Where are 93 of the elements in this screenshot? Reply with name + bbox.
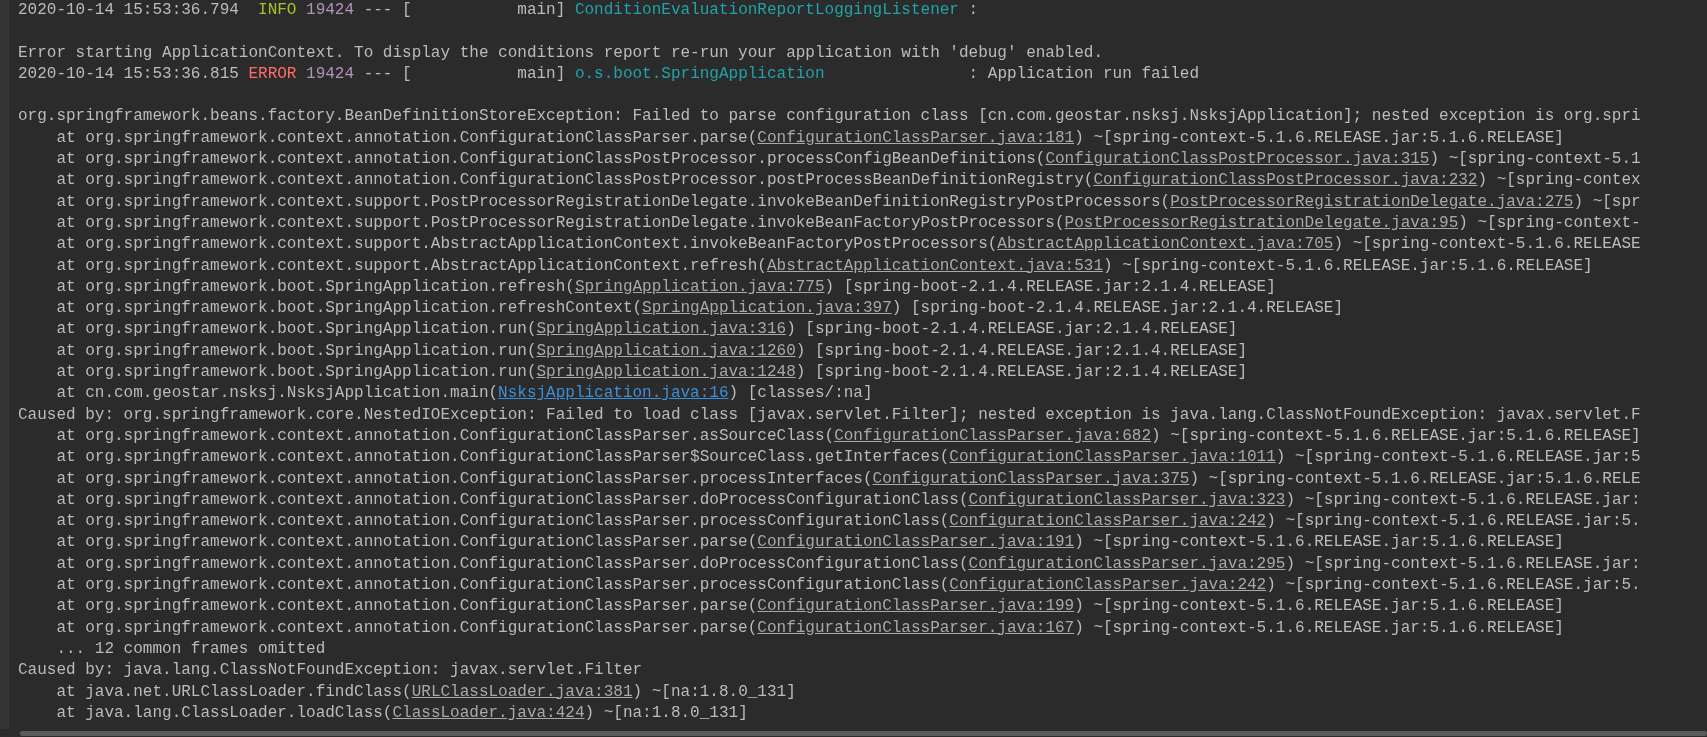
log-text: ) [spring-boot-2.1.4.RELEASE.jar:2.1.4.RELEASE] — [891, 299, 1344, 318]
source-link[interactable]: ConfigurationClassParser.java:1011 — [949, 448, 1276, 467]
source-link[interactable]: ConfigurationClassParser.java:295 — [968, 554, 1286, 573]
log-text: ) ~[spring-context-5.1.6.RELEASE.jar:5.1.6.RELEASE] — [1151, 426, 1641, 445]
log-text: at org.springframework.boot.SpringApplication.run( — [56, 363, 537, 382]
log-text: at org.springframework.boot.SpringApplication.run( — [56, 320, 537, 339]
process-id: 19424 — [306, 1, 355, 19]
source-link[interactable]: AbstractApplicationContext.java:531 — [766, 256, 1103, 275]
source-link[interactable]: ConfigurationClassParser.java:323 — [968, 490, 1286, 509]
log-text: --- [ main] — [362, 1, 567, 19]
log-text: ) ~[spring-context-5.1.6.RELEASE — [1333, 235, 1641, 254]
logger-name: o.s.boot.SpringApplication — [574, 64, 825, 83]
log-text: at cn.com.geostar.nsksj.NsksjApplication.main( — [56, 384, 499, 403]
log-text: ) ~[na:1.8.0_131] — [584, 703, 748, 722]
process-id: 19424 — [306, 64, 355, 83]
source-link[interactable]: PostProcessorRegistrationDelegate.java:95 — [1064, 213, 1459, 232]
log-text: ) ~[spring-context-5.1.6.RELEASE.jar:5 — [1275, 448, 1641, 467]
log-text: at org.springframework.context.annotation.ConfigurationClassPostProcessor.processConfigBeanDefinitions( — [56, 150, 1046, 169]
log-text: ) ~[spr — [1573, 192, 1641, 211]
log-text: ) ~[spring-contex — [1477, 171, 1641, 190]
log-text: at org.springframework.context.support.PostProcessorRegistrationDelegate.invokeBeanDefinitionRegistryPostProcessors( — [56, 192, 1171, 211]
log-text: at org.springframework.context.annotation.ConfigurationClassParser.processConfigurationClass( — [56, 512, 950, 531]
log-text: ) ~[spring-context-5.1.6.RELEASE.jar:5.1.6.RELEASE] — [1074, 597, 1564, 616]
log-text: at org.springframework.context.annotation.ConfigurationClassParser.processConfigurationClass( — [56, 576, 950, 594]
log-text: at org.springframework.context.annotation.ConfigurationClassParser.parse( — [56, 597, 758, 616]
log-text: ) [spring-boot-2.1.4.RELEASE.jar:2.1.4.RELEASE] — [824, 277, 1276, 296]
log-text: 2020-10-14 15:53:36.794 — [18, 1, 240, 19]
log-text: at org.springframework.context.support.PostProcessorRegistrationDelegate.invokeBeanFactoryPostProcessors( — [56, 213, 1065, 232]
log-text: at org.springframework.context.annotation.ConfigurationClassParser.asSourceClass( — [56, 426, 835, 445]
log-text: ) ~[spring-context-5.1.6.RELEASE.jar:5. — [1266, 576, 1641, 594]
log-text: at org.springframework.boot.SpringApplication.refresh( — [56, 277, 575, 296]
scrollbar-thumb[interactable] — [20, 731, 1707, 736]
source-link[interactable]: ClassLoader.java:424 — [392, 703, 585, 722]
source-link[interactable]: ConfigurationClassParser.java:375 — [872, 469, 1190, 488]
log-text: --- [ main] — [362, 64, 567, 83]
log-text: 2020-10-14 15:53:36.815 — [18, 64, 240, 83]
log-text: ) [spring-boot-2.1.4.RELEASE.jar:2.1.4.RELEASE] — [795, 363, 1247, 382]
log-text: ) [spring-boot-2.1.4.RELEASE.jar:2.1.4.RELEASE] — [786, 320, 1238, 339]
log-text: Caused by: org.springframework.core.NestedIOException: Failed to load class [javax.servlet.Filter]; nested exception is java.lang.ClassNotFoundException: javax.servlet.F — [18, 405, 1641, 424]
log-text: : — [967, 1, 979, 19]
source-link[interactable]: SpringApplication.java:397 — [642, 299, 892, 318]
log-text: ) ~[spring-context-5.1.6.RELEASE.jar:5.1.6.RELEASE] — [1074, 128, 1564, 147]
source-link[interactable]: SpringApplication.java:775 — [574, 277, 825, 296]
log-text: ) [classes/:na] — [728, 384, 873, 403]
source-link[interactable]: URLClassLoader.java:381 — [411, 682, 633, 701]
log-text: at org.springframework.context.support.AbstractApplicationContext.refresh( — [56, 256, 767, 275]
source-link[interactable]: ConfigurationClassParser.java:181 — [757, 128, 1075, 147]
log-text: at org.springframework.context.annotation.ConfigurationClassParser$SourceClass.getInterfaces( — [56, 448, 950, 467]
log-text: ) ~[na:1.8.0_131] — [632, 682, 796, 701]
log-level: ERROR — [248, 64, 297, 83]
log-text: at org.springframework.context.annotation.ConfigurationClassPostProcessor.postProcessBeanDefinitionRegistry( — [56, 171, 1094, 190]
source-link[interactable]: SpringApplication.java:316 — [536, 320, 787, 339]
log-text: Error starting ApplicationContext. To display the conditions report re-run your application with 'debug' enabled. — [18, 43, 1103, 62]
source-link[interactable]: ConfigurationClassParser.java:682 — [834, 426, 1151, 445]
source-link[interactable]: NsksjApplication.java:16 — [498, 384, 729, 403]
log-text: at org.springframework.context.support.AbstractApplicationContext.invokeBeanFactoryPostProcessors( — [56, 235, 998, 254]
log-text: ) ~[spring-context-5.1 — [1429, 150, 1641, 169]
source-link[interactable]: SpringApplication.java:1248 — [536, 363, 796, 382]
log-text: ) ~[spring-context-5.1.6.RELEASE.jar:5.1.6.RELEASE] — [1103, 256, 1593, 275]
source-link[interactable]: ConfigurationClassPostProcessor.java:315 — [1045, 150, 1430, 169]
source-link[interactable]: SpringApplication.java:1260 — [536, 341, 796, 360]
source-link[interactable]: AbstractApplicationContext.java:705 — [997, 235, 1334, 254]
log-text: at org.springframework.boot.SpringApplication.run( — [56, 341, 537, 360]
log-text: at org.springframework.context.annotation.ConfigurationClassParser.doProcessConfigurationClass( — [56, 490, 969, 509]
log-text: ) ~[spring-context- — [1458, 213, 1641, 232]
log-text: ) ~[spring-context-5.1.6.RELEASE.jar: — [1285, 554, 1641, 573]
log-text: org.springframework.beans.factory.BeanDefinitionStoreException: Failed to parse configuration class [cn.com.geostar.nsksj.NsksjApplication]; nested exception is org.spri — [18, 107, 1641, 126]
source-link[interactable]: ConfigurationClassParser.java:191 — [757, 533, 1075, 552]
log-text: ... 12 common frames omitted — [56, 639, 326, 658]
log-text: ) [spring-boot-2.1.4.RELEASE.jar:2.1.4.RELEASE] — [795, 341, 1247, 360]
source-link[interactable]: ConfigurationClassParser.java:242 — [949, 512, 1267, 531]
log-text: ) ~[spring-context-5.1.6.RELEASE.jar:5.1.6.RELE — [1189, 469, 1641, 488]
source-link[interactable]: ConfigurationClassParser.java:242 — [949, 576, 1267, 594]
source-link[interactable]: PostProcessorRegistrationDelegate.java:275 — [1170, 192, 1574, 211]
source-link[interactable]: ConfigurationClassParser.java:199 — [757, 597, 1075, 616]
log-text: ) ~[spring-context-5.1.6.RELEASE.jar: — [1285, 490, 1641, 509]
source-link[interactable]: ConfigurationClassPostProcessor.java:232 — [1093, 171, 1478, 190]
log-text: at org.springframework.context.annotation.ConfigurationClassParser.doProcessConfigurationClass( — [56, 554, 969, 573]
log-text: ) ~[spring-context-5.1.6.RELEASE.jar:5. — [1266, 512, 1641, 531]
log-text: at org.springframework.context.annotation.ConfigurationClassParser.parse( — [56, 533, 758, 552]
logger-name: ConditionEvaluationReportLoggingListener — [574, 1, 959, 19]
log-text: at org.springframework.boot.SpringApplication.refreshContext( — [56, 299, 643, 318]
log-text: : Application run failed — [967, 64, 1199, 83]
log-text: at java.lang.ClassLoader.loadClass( — [56, 703, 393, 722]
log-level: INFO — [258, 1, 297, 19]
log-text: ) ~[spring-context-5.1.6.RELEASE.jar:5.1.6.RELEASE] — [1074, 533, 1564, 552]
log-text: at java.net.URLClassLoader.findClass( — [56, 682, 412, 701]
log-text: ) ~[spring-context-5.1.6.RELEASE.jar:5.1.6.RELEASE] — [1074, 618, 1564, 637]
log-text: at org.springframework.context.annotation.ConfigurationClassParser.parse( — [56, 618, 758, 637]
log-text: at org.springframework.context.annotation.ConfigurationClassParser.parse( — [56, 128, 758, 147]
source-link[interactable]: ConfigurationClassParser.java:167 — [757, 618, 1075, 637]
log-text: Caused by: java.lang.ClassNotFoundException: javax.servlet.Filter — [18, 661, 643, 680]
log-text: at org.springframework.context.annotation.ConfigurationClassParser.processInterfaces( — [56, 469, 873, 488]
